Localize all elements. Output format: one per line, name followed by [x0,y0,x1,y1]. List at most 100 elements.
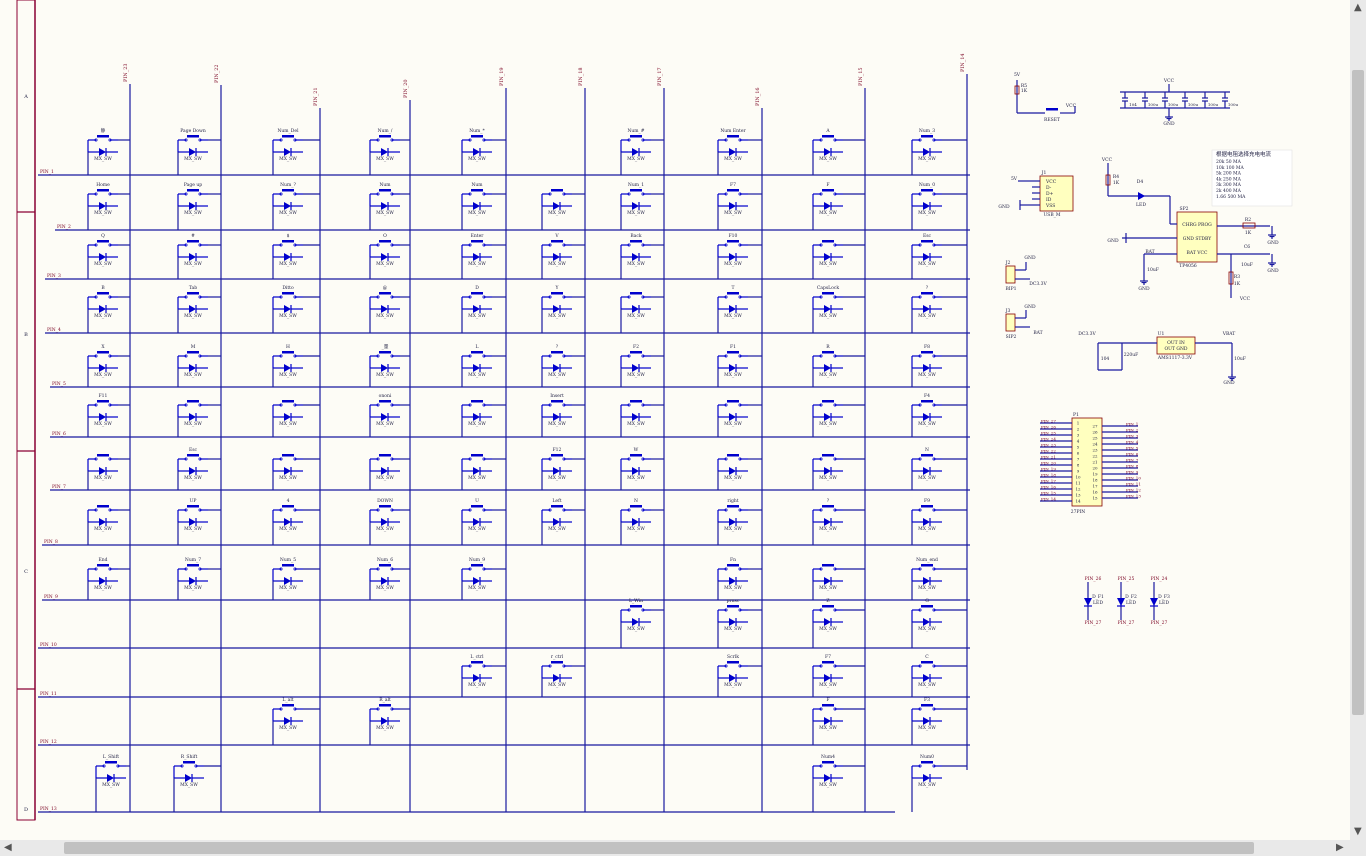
part-label: C6 [1244,244,1250,250]
part-label: MX_SW [627,261,645,267]
part-label: MX_SW [627,626,645,632]
net-label: PIN_26 [1085,576,1102,582]
part-label: MX_SW [819,782,837,788]
part-label: MX_SW [548,475,566,481]
part-label: MX_SW [468,421,486,427]
key-switch: MX_SW [87,454,130,490]
key-label: L [476,344,479,350]
diode-body [824,413,831,421]
key-switch: L_alt MX_SW [272,697,320,745]
key-label: N [925,447,929,453]
part-label: MX_SW [376,421,394,427]
key-label: ? [556,344,559,350]
switch-actuator [471,400,483,403]
horizontal-scrollbar[interactable]: ◀ ▶ [0,840,1350,856]
pin-number: 26 [1092,430,1098,435]
note-row: 20k 50 MA [1216,159,1242,165]
key-label: M [191,344,196,350]
diode-body [99,148,106,156]
key-label: Num_0 [919,182,935,188]
switch-actuator [471,292,483,295]
key-label: O [383,233,387,239]
key-switch: MX_SW [87,505,130,545]
scroll-up-icon[interactable]: ▲ [1354,3,1362,13]
scroll-down-icon[interactable]: ▼ [1354,827,1362,837]
net-label: PIN_27 [1118,620,1135,626]
pin-number: 9 [1077,469,1080,474]
key-switch: F9 MX_SW [911,498,967,545]
key-switch: L MX_SW [461,344,506,387]
part-label: USB_M [1043,212,1060,218]
key-switch: F7 MX_SW [717,182,762,230]
switch-actuator [727,605,739,608]
net-label: GND [1024,255,1036,261]
switch-actuator [471,454,483,457]
diode-body [284,717,291,725]
switch-actuator [551,189,563,192]
diode-body [923,253,930,261]
row-net-label: PIN_2 [57,224,71,230]
key-switch: H MX_SW [272,344,320,387]
part-label: MX_SW [918,156,936,162]
key-label: W [634,447,639,453]
pin-net-label: PIN_17 [1041,479,1056,484]
part-label: MX_SW [94,156,112,162]
part-label: MX_SW [94,421,112,427]
key-switch: Esc MX_SW [177,447,221,490]
diode-body [729,305,736,313]
diode-body [824,674,831,682]
diode-body [824,577,831,585]
part-label: MX_SW [279,210,297,216]
part-label: MX_SW [627,372,645,378]
pin-net-label: PIN_16 [1041,485,1056,490]
key-label: Home [96,182,110,188]
key-switch: MX_SW [369,454,410,490]
part-label: MX_SW [279,313,297,319]
key-switch: L_Shift MX_SW [95,754,130,812]
part-label: MX_SW [184,585,202,591]
key-switch: Z MX_SW [812,598,865,648]
pin-label: OUT GND [1164,346,1187,352]
switch-actuator [921,189,933,192]
pin-label: D- [1046,185,1052,191]
key-switch: MX_SW [177,400,221,437]
schematic-sheet[interactable]: ABCD PIN_23 PIN_22 PIN_21 PIN_20 PIN_19 PIN_1… [0,0,1350,840]
diode-body [189,202,196,210]
key-switch: Num_1 MX_SW [620,182,664,230]
key-label: F7 [730,182,736,188]
part-label: MX_SW [102,782,120,788]
switch-actuator [921,400,933,403]
scroll-left-icon[interactable]: ◀ [4,843,12,853]
pin-number: 21 [1092,460,1097,465]
key-switch: Num MX_SW [369,182,410,230]
key-label: R [826,344,830,350]
key-switch: Num_6 MX_SW [369,557,410,600]
key-switch: W MX_SW [620,447,664,490]
switch-actuator [187,135,199,138]
vertical-scroll-thumb[interactable] [1352,70,1364,715]
key-switch: Num_Del MX_SW [272,128,320,175]
diode-body [189,413,196,421]
diode-body [189,467,196,475]
part-label: MX_SW [724,261,742,267]
key-switch: Num_? MX_SW [272,182,320,230]
switch-actuator [97,400,109,403]
switch-actuator [471,351,483,354]
key-switch: Q MX_SW [87,233,130,279]
switch-actuator [97,292,109,295]
key-label: Ditto [282,285,294,291]
pin-net-label: PIN_5 [1126,446,1139,451]
net-label: BAT [1033,330,1042,336]
row-net-label: PIN_7 [52,484,66,490]
vertical-scrollbar[interactable]: ▲ ▼ [1350,0,1366,840]
diode-body [632,202,639,210]
part-label: MX_SW [376,725,394,731]
scrollbar-corner [1350,840,1366,856]
part-label: MX_SW [94,526,112,532]
pin-label: VCC [1045,179,1057,185]
horizontal-scroll-thumb[interactable] [64,842,1254,854]
scroll-right-icon[interactable]: ▶ [1336,843,1344,853]
part-label: MX_SW [184,421,202,427]
switch-actuator [727,135,739,138]
frame-zone-label: B [24,332,28,338]
